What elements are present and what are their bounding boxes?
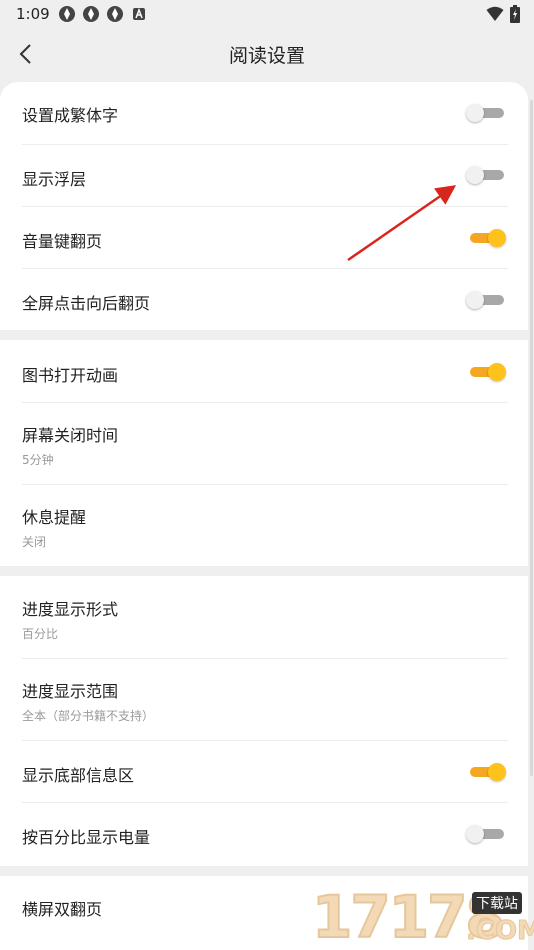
notification-icons xyxy=(58,5,148,23)
setting-title: 横屏双翻页 xyxy=(22,900,103,919)
status-right-icons xyxy=(486,5,520,23)
status-bar: 1:09 xyxy=(0,0,534,28)
show-overlay-toggle[interactable] xyxy=(466,165,506,185)
fullscreen-tap-next-toggle[interactable] xyxy=(466,290,506,310)
settings-group-3: 进度显示形式 百分比 进度显示范围 全本（部分书籍不支持） 显示底部信息区 按百… xyxy=(0,576,528,866)
watermark-domain: .COM xyxy=(466,916,534,947)
setting-title: 按百分比显示电量 xyxy=(22,828,151,847)
setting-progress-range[interactable]: 进度显示范围 全本（部分书籍不支持） xyxy=(22,658,508,741)
book-open-animation-toggle[interactable] xyxy=(466,362,506,382)
setting-title: 显示浮层 xyxy=(22,170,87,189)
status-time: 1:09 xyxy=(16,5,50,23)
a-icon xyxy=(133,7,145,20)
volume-key-page-turn-toggle[interactable] xyxy=(466,228,506,248)
show-bottom-info-toggle[interactable] xyxy=(466,762,506,782)
setting-title: 图书打开动画 xyxy=(22,366,119,385)
setting-subtitle: 百分比 xyxy=(22,627,59,641)
setting-rest-reminder[interactable]: 休息提醒 关闭 xyxy=(22,484,508,566)
setting-book-open-animation[interactable]: 图书打开动画 xyxy=(22,340,508,403)
settings-group-2: 图书打开动画 屏幕关闭时间 5分钟 休息提醒 关闭 xyxy=(0,340,528,566)
setting-subtitle: 关闭 xyxy=(22,535,47,549)
wifi-icon xyxy=(486,6,504,21)
setting-title: 进度显示形式 xyxy=(22,600,119,619)
setting-title: 显示底部信息区 xyxy=(22,766,135,785)
setting-title: 全屏点击向后翻页 xyxy=(22,294,151,313)
setting-fullscreen-tap-next[interactable]: 全屏点击向后翻页 xyxy=(22,268,508,330)
watermark-logo: 17178 下载站 .COM xyxy=(308,883,534,950)
setting-subtitle: 全本（部分书籍不支持） xyxy=(22,709,155,723)
setting-battery-percent[interactable]: 按百分比显示电量 xyxy=(22,802,508,864)
reading-settings-screen: 1:09 阅读设置 设置成繁体字 显示浮层 音量键翻页 全屏点击向后翻页 图书打… xyxy=(0,0,534,950)
setting-show-bottom-info[interactable]: 显示底部信息区 xyxy=(22,740,508,803)
watermark-site-label: 下载站 xyxy=(472,892,522,914)
traditional-chinese-toggle[interactable] xyxy=(466,103,506,123)
setting-title: 设置成繁体字 xyxy=(22,106,119,125)
battery-percent-toggle[interactable] xyxy=(466,824,506,844)
app-notification-icon xyxy=(59,6,75,22)
setting-traditional-chinese[interactable]: 设置成繁体字 xyxy=(22,82,508,145)
setting-screen-off-time[interactable]: 屏幕关闭时间 5分钟 xyxy=(22,402,508,485)
header: 阅读设置 xyxy=(0,28,534,82)
setting-title: 进度显示范围 xyxy=(22,682,119,701)
app-notification-icon xyxy=(107,6,123,22)
scrollbar[interactable] xyxy=(530,100,533,776)
setting-subtitle: 5分钟 xyxy=(22,453,54,467)
setting-title: 音量键翻页 xyxy=(22,232,103,251)
setting-title: 屏幕关闭时间 xyxy=(22,426,119,445)
setting-title: 休息提醒 xyxy=(22,508,87,527)
battery-charging-icon xyxy=(510,5,520,23)
red-arrow-annotation-icon xyxy=(347,185,457,262)
setting-progress-format[interactable]: 进度显示形式 百分比 xyxy=(22,576,508,659)
page-title: 阅读设置 xyxy=(228,45,305,67)
app-notification-icon xyxy=(83,6,99,22)
